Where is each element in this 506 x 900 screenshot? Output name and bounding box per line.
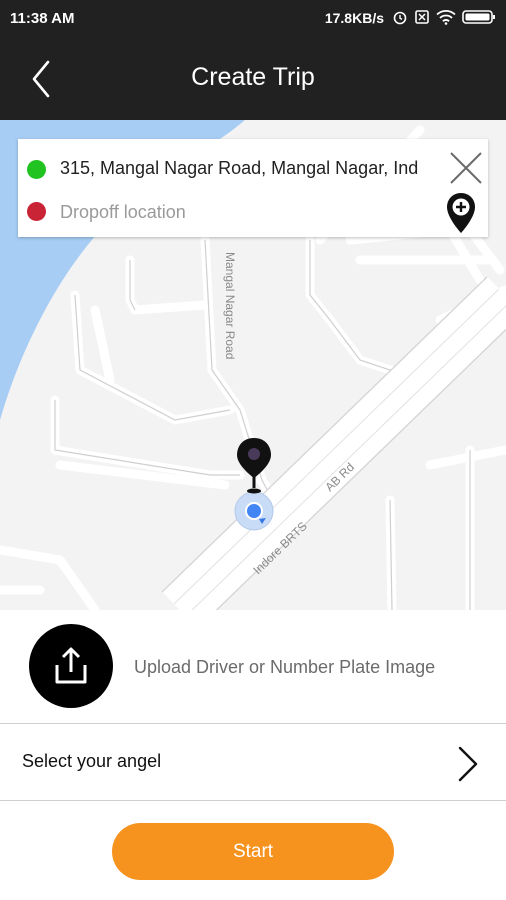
- status-time: 11:38 AM: [10, 10, 75, 27]
- current-location-marker: [234, 491, 274, 531]
- dropoff-location-field[interactable]: Dropoff location: [60, 202, 430, 223]
- location-search-card: 315, Mangal Nagar Road, Mangal Nagar, In…: [18, 139, 488, 237]
- pickup-row[interactable]: 315, Mangal Nagar Road, Mangal Nagar, In…: [18, 143, 488, 189]
- select-angel-row[interactable]: Select your angel: [0, 724, 506, 801]
- alarm-icon: [392, 9, 408, 30]
- pickup-location-field[interactable]: 315, Mangal Nagar Road, Mangal Nagar, In…: [60, 158, 443, 179]
- close-icon[interactable]: [449, 151, 483, 185]
- wifi-icon: [436, 9, 456, 30]
- dropoff-dot-icon: [27, 202, 46, 221]
- pickup-dot-icon: [27, 160, 46, 179]
- sim-blocked-icon: [414, 9, 430, 30]
- page-title: Create Trip: [191, 63, 315, 91]
- street-label-mangal-nagar: Mangal Nagar Road: [223, 252, 237, 359]
- status-icons: [392, 9, 496, 30]
- dropoff-row[interactable]: Dropoff location: [18, 189, 488, 235]
- upload-icon[interactable]: [29, 624, 113, 708]
- start-button[interactable]: Start: [112, 823, 394, 880]
- add-location-pin-icon[interactable]: [446, 192, 476, 234]
- network-speed: 17.8KB/s: [324, 10, 384, 26]
- select-angel-label: Select your angel: [22, 751, 162, 771]
- status-bar: 11:38 AM 17.8KB/s: [0, 0, 506, 37]
- chevron-right-icon: [456, 744, 480, 784]
- upload-image-row: Upload Driver or Number Plate Image: [0, 610, 506, 724]
- app-bar: Create Trip: [0, 37, 506, 120]
- battery-icon: [462, 9, 496, 30]
- upload-image-label[interactable]: Upload Driver or Number Plate Image: [134, 657, 435, 678]
